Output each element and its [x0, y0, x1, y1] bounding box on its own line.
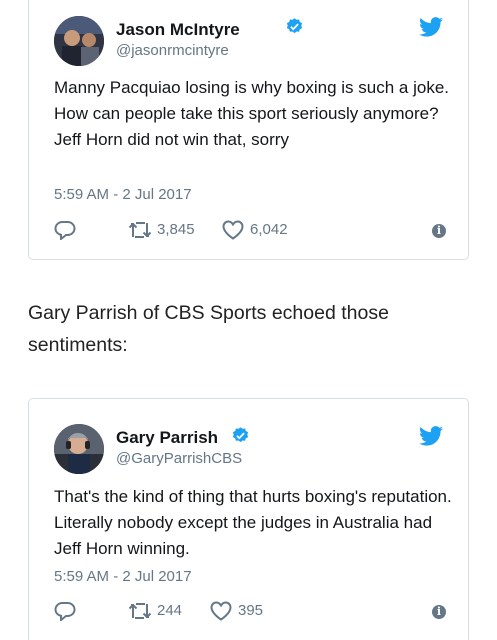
like-icon[interactable]: [222, 220, 244, 240]
info-icon[interactable]: i: [432, 224, 446, 238]
embedded-tweet-2[interactable]: Gary Parrish @GaryParrishCBS That's the …: [28, 398, 469, 640]
author-handle[interactable]: @GaryParrishCBS: [116, 450, 242, 467]
avatar[interactable]: [54, 16, 104, 66]
tweet-actions: 3,845 6,042 i: [54, 219, 446, 243]
reply-icon[interactable]: [54, 601, 76, 621]
retweet-icon[interactable]: [128, 220, 152, 240]
author-name[interactable]: Gary Parrish: [116, 428, 218, 448]
twitter-bird-icon[interactable]: [419, 17, 443, 37]
tweet-text: Manny Pacquiao losing is why boxing is s…: [54, 78, 449, 149]
author-handle[interactable]: @jasonrmcintyre: [116, 42, 229, 59]
retweet-icon[interactable]: [128, 601, 152, 621]
twitter-bird-icon[interactable]: [419, 426, 443, 446]
info-icon[interactable]: i: [432, 605, 446, 619]
verified-icon: [286, 18, 303, 34]
article-paragraph: Gary Parrish of CBS Sports echoed those …: [28, 302, 389, 356]
author-name[interactable]: Jason McIntyre: [116, 20, 240, 40]
tweet-timestamp[interactable]: 5:59 AM - 2 Jul 2017: [54, 186, 192, 203]
like-icon[interactable]: [210, 601, 232, 621]
tweet-timestamp[interactable]: 5:59 AM - 2 Jul 2017: [54, 568, 192, 585]
tweet-text: That's the kind of thing that hurts boxi…: [54, 487, 452, 558]
tweet-actions: 244 395 i: [54, 600, 446, 624]
retweet-count: 244: [157, 602, 183, 619]
retweet-count: 3,845: [157, 221, 195, 238]
like-count: 395: [238, 602, 264, 619]
like-count: 6,042: [250, 221, 288, 238]
verified-icon: [232, 427, 249, 443]
avatar[interactable]: [54, 424, 104, 474]
reply-icon[interactable]: [54, 220, 76, 240]
embedded-tweet-1[interactable]: Jason McIntyre @jasonrmcintyre Manny Pac…: [28, 0, 469, 260]
